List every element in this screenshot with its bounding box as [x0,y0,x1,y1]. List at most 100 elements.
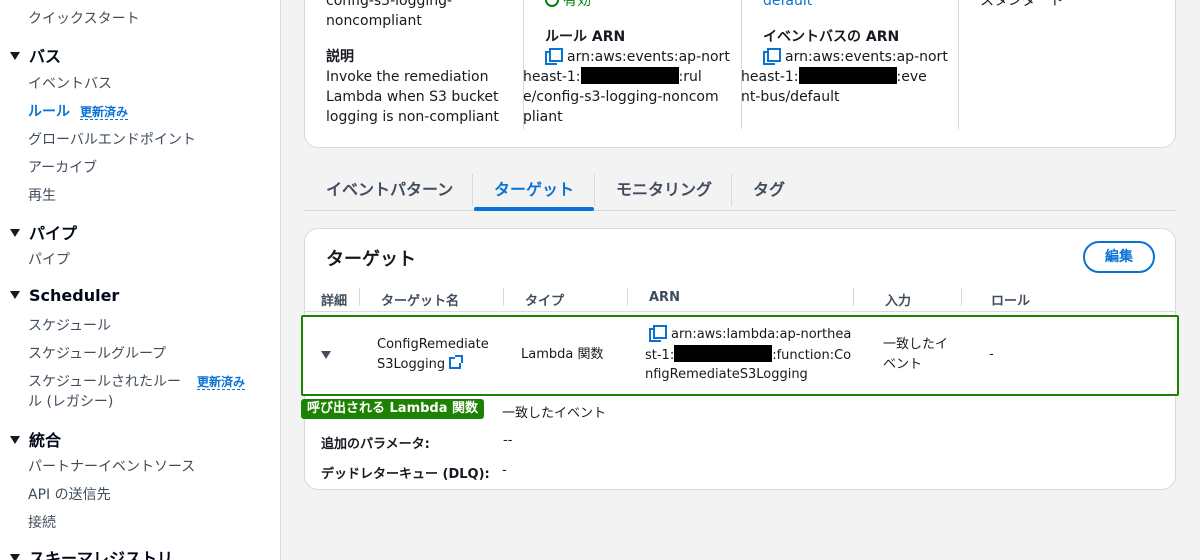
edit-button[interactable]: 編集 [1083,241,1155,273]
column-divider [741,0,742,129]
nav-pipes[interactable]: パイプ [28,249,70,269]
tab-targets[interactable]: ターゲット [494,176,574,200]
section-integration[interactable]: 統合 [10,427,61,451]
caret-down-icon [10,436,20,444]
caret-down-icon [10,229,20,237]
tab-monitoring[interactable]: モニタリング [616,176,712,200]
main-content: config-s3-logging- noncompliant 説明 Invok… [282,0,1200,560]
event-bus-type: スタンダード [980,0,1064,9]
tab-separator [731,174,732,206]
nav-connections[interactable]: 接続 [28,512,56,532]
rule-arn-line4: pliant [523,109,563,125]
target-arn-line1: arn:aws:lambda:ap-northea [649,325,851,345]
section-pipes-label: パイプ [29,224,78,243]
column-divider [958,0,959,129]
nav-rules-label: ルール [28,104,70,120]
bus-arn-text1: arn:aws:events:ap-nort [785,49,948,65]
expand-caret-icon[interactable] [321,351,331,359]
nav-replay[interactable]: 再生 [28,185,56,205]
target-arn-text1: arn:aws:lambda:ap-northea [671,327,852,342]
targets-panel: ターゲット 編集 詳細 ターゲット名 タイプ ARN 入力 ロール Config… [301,228,1179,490]
nav-schedule-groups[interactable]: スケジュールグループ [28,343,166,363]
external-link-icon [449,355,464,369]
target-name-link[interactable]: S3Logging [377,355,464,375]
nav-rules[interactable]: ルール 更新済み [28,101,129,121]
rule-name-line1: config-s3-logging- [326,0,453,9]
redacted-account-id [580,67,679,84]
section-bus[interactable]: バス [10,43,61,67]
target-input-line2: ベント [883,357,923,372]
nav-api-destinations[interactable]: API の送信先 [28,484,111,504]
target-name-line2: S3Logging [377,357,446,372]
col-header-arn[interactable]: ARN [649,290,680,305]
col-separator [359,288,360,306]
status-label: 有効 [563,0,591,9]
rule-arn-line2: heast-1: :rul [523,67,702,87]
caret-down-icon [10,554,20,560]
updated-badge-2[interactable]: 更新済み [197,375,246,390]
status-value: 有効 [545,0,591,11]
description-line2: Lambda when S3 bucket [326,89,499,105]
nav-scheduled-rules-label: スケジュールされたルー [28,374,182,390]
nav-global-endpoints[interactable]: グローバルエンドポイント [28,129,196,149]
tab-separator [594,174,595,206]
nav-scheduled-rules-line2[interactable]: ル (レガシー) [28,391,113,411]
target-arn-line3: nfigRemediateS3Logging [645,367,808,382]
copy-icon[interactable] [649,325,667,342]
section-scheduler[interactable]: Scheduler [10,286,119,305]
nav-event-bus[interactable]: イベントバス [28,73,112,93]
col-header-target-name[interactable]: ターゲット名 [381,290,459,309]
bus-arn-line1: arn:aws:events:ap-nort [763,47,948,67]
invoked-lambda-badge: 呼び出される Lambda 関数 [301,399,485,419]
targets-title: ターゲット [326,249,416,270]
target-name-line1[interactable]: ConfigRemediate [377,335,489,355]
col-header-role[interactable]: ロール [991,290,1030,309]
rule-arn-text1: arn:aws:events:ap-nort [567,49,730,65]
nav-scheduled-rules[interactable]: スケジュールされたルー 更新済み [28,371,246,391]
caret-down-icon [10,52,20,60]
table-row[interactable]: ConfigRemediate S3Logging Lambda 関数 arn:… [301,315,1179,396]
nav-quickstart[interactable]: クイックスタート [28,8,140,28]
bus-arn-label: イベントバスの ARN [763,29,900,45]
tab-tags[interactable]: タグ [753,176,785,200]
event-bus-link[interactable]: default [763,0,812,11]
redacted-account-id [798,67,897,84]
rule-arn-text2b: :rul [678,69,702,85]
copy-icon[interactable] [545,48,563,65]
rule-arn-text2a: heast-1: [523,69,581,85]
bus-arn-line3: nt-bus/default [741,89,840,105]
rule-arn-line1: arn:aws:events:ap-nort [545,47,730,67]
updated-badge[interactable]: 更新済み [80,105,129,120]
table-header: 詳細 ターゲット名 タイプ ARN 入力 ロール [305,286,1175,312]
target-role: - [989,347,994,362]
section-pipes[interactable]: パイプ [10,220,77,244]
rule-arn-label: ルール ARN [545,29,626,45]
copy-icon[interactable] [763,48,781,65]
target-arn-text2a: st-1: [645,348,675,363]
col-header-details[interactable]: 詳細 [321,290,347,309]
section-schema-registry[interactable]: スキーマレジストリ [10,545,173,560]
nav-partner-sources[interactable]: パートナーイベントソース [28,456,195,476]
target-input-line1: 一致したイ [883,337,949,352]
section-schema-label: スキーマレジストリ [29,549,174,560]
redacted-account-id [674,345,773,362]
bus-arn-text2b: :eve [896,69,927,85]
extra-params-label: 追加のパラメータ: [321,437,430,452]
col-header-type[interactable]: タイプ [525,290,564,309]
col-separator [627,288,628,306]
check-circle-icon [545,0,559,7]
dlq-label: デッドレターキュー (DLQ): [321,467,490,482]
tab-event-pattern[interactable]: イベントパターン [326,176,453,200]
description-line3: logging is non-compliant [326,109,499,125]
bus-arn-text2a: heast-1: [741,69,799,85]
description-label: 説明 [326,49,354,65]
section-integration-label: 統合 [29,431,62,450]
rule-arn-line3: e/config-s3-logging-noncom [523,89,719,105]
nav-schedules[interactable]: スケジュール [28,315,111,335]
rule-name-line2: noncompliant [326,13,422,29]
nav-archive[interactable]: アーカイブ [28,157,97,177]
col-separator [853,288,854,306]
section-bus-label: バス [29,47,62,66]
col-header-input[interactable]: 入力 [885,290,911,309]
bus-arn-line2: heast-1: :eve [741,67,927,87]
